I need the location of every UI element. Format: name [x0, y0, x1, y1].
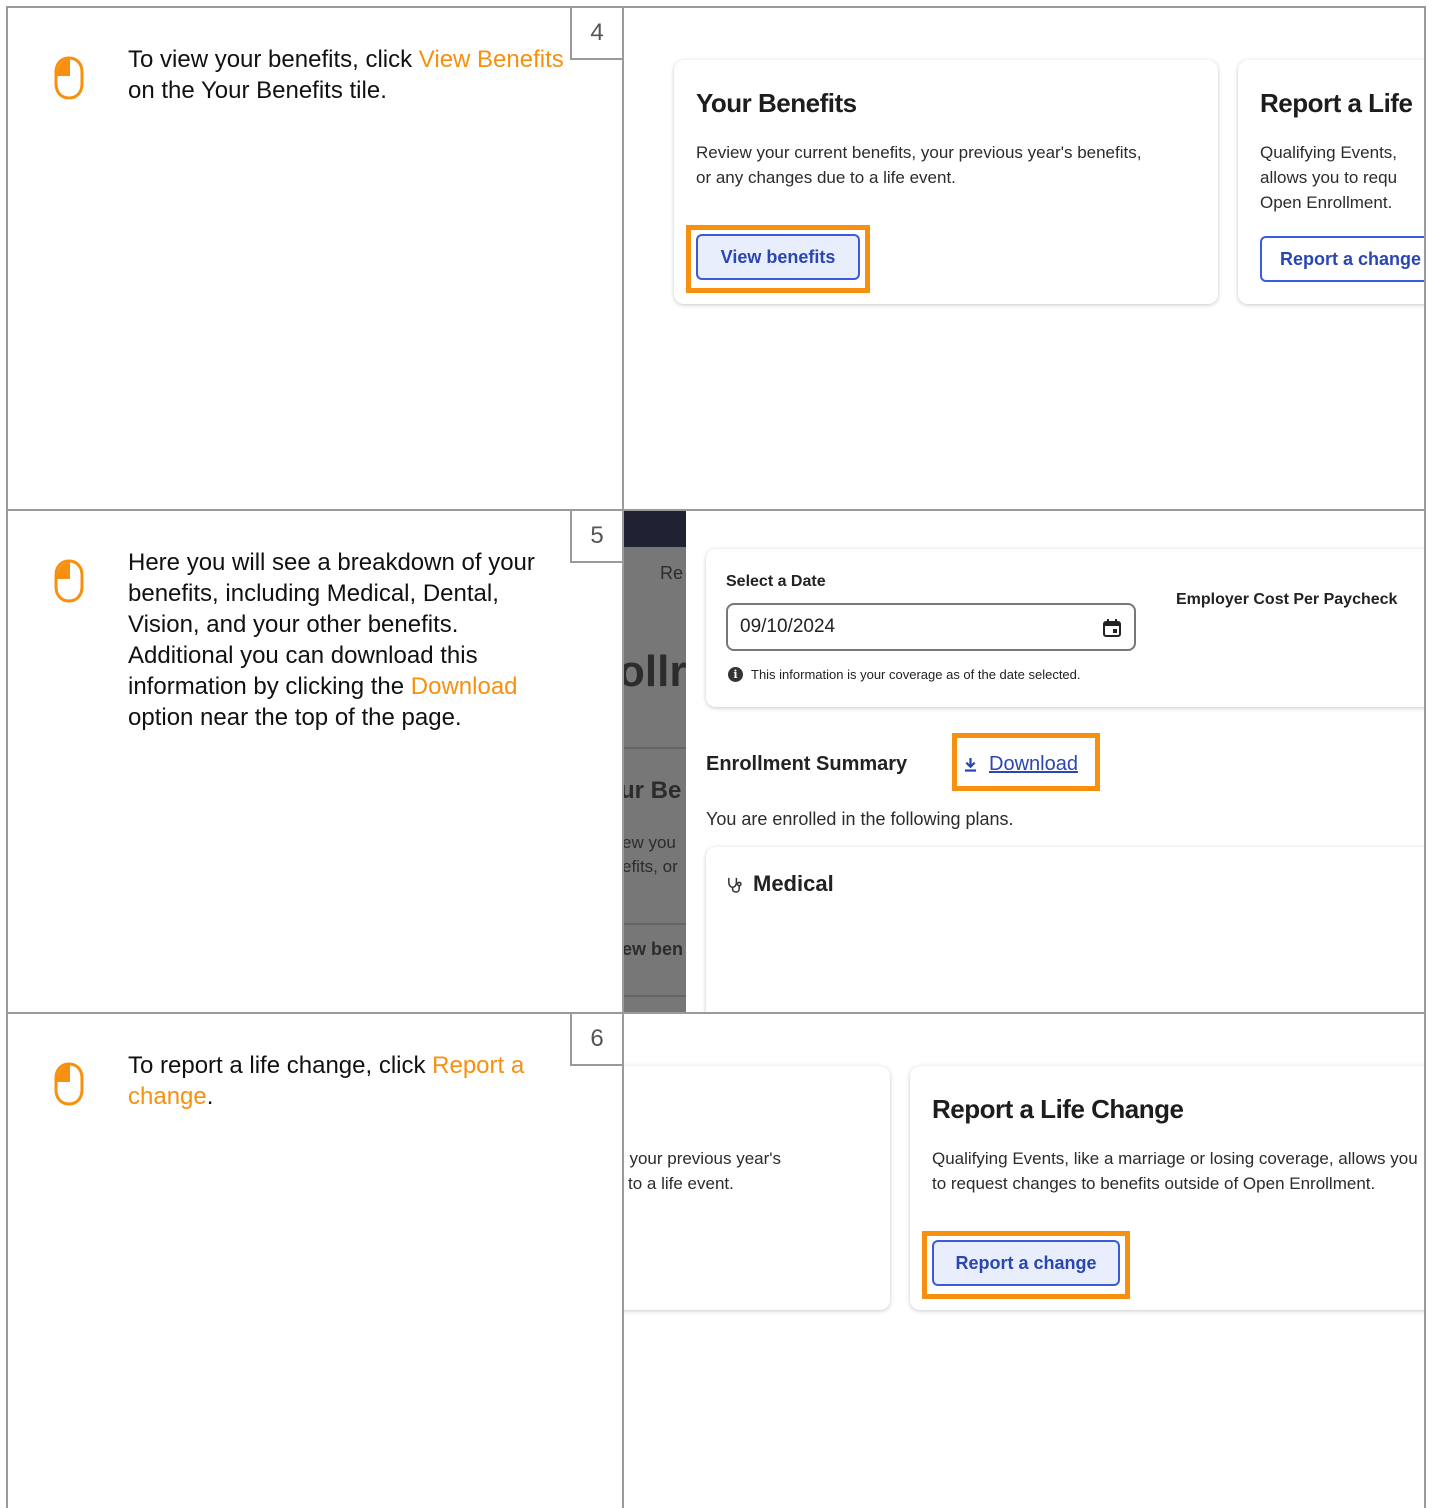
bg-fragment-ew-you: ew you: [624, 833, 676, 852]
highlight-box: [922, 1231, 1130, 1299]
enrolled-plans-text: You are enrolled in the following plans.: [706, 809, 1014, 829]
highlight-box: [952, 733, 1100, 791]
step-5-instructions-panel: Here you will see a breakdown of your be…: [8, 511, 624, 1012]
report-life-title: Report a Life: [1260, 88, 1413, 118]
medical-plan-title: Medical: [726, 871, 834, 897]
step-number: 4: [570, 8, 624, 60]
step-6-instruction-text: To report a life change, click Report a …: [128, 1052, 525, 1110]
bg-divider: [624, 995, 686, 997]
report-life-change-card: Report a Life Change Qualifying Events, …: [910, 1066, 1424, 1310]
bg-fragment-ew-ben: ew ben: [624, 939, 684, 959]
medical-plan-card: Medical: [706, 847, 1424, 1012]
select-date-card: Select a Date 09/10/2024 i This informat…: [706, 549, 1424, 707]
step-6-instructions-panel: To report a life change, click Report a …: [8, 1014, 624, 1508]
dimmed-background-page: Re ollr ur Be ew you efits, or ew ben: [624, 511, 686, 1012]
stethoscope-icon: [728, 877, 742, 893]
step-4-screenshot: Your Benefits Review your current benefi…: [624, 8, 1424, 509]
step-4-instructions-panel: To view your benefits, click View Benefi…: [8, 8, 624, 509]
your-benefits-card: Your Benefits Review your current benefi…: [674, 60, 1218, 304]
calendar-icon[interactable]: [1102, 618, 1122, 638]
partial-text-line-1: , your previous year's: [624, 1149, 782, 1168]
report-life-change-title: Report a Life Change: [932, 1094, 1184, 1124]
report-a-change-button[interactable]: Report a change: [1260, 236, 1424, 282]
select-date-label: Select a Date: [726, 573, 826, 590]
step-5-instruction-text: Here you will see a breakdown of your be…: [128, 549, 535, 731]
bg-fragment-efits-or: efits, or: [624, 857, 678, 876]
coverage-note: i This information is your coverage as o…: [728, 667, 1081, 682]
bg-divider: [624, 747, 686, 749]
employer-cost-label: Employer Cost Per Paycheck: [1176, 591, 1398, 608]
your-benefits-title: Your Benefits: [696, 88, 857, 118]
step-5-screenshot: Re ollr ur Be ew you efits, or ew ben Se…: [624, 511, 1424, 1012]
view-benefits-highlight: View Benefits: [418, 46, 564, 73]
mouse-click-icon: [54, 559, 84, 603]
bg-fragment-re: Re: [660, 563, 684, 583]
step-4: To view your benefits, click View Benefi…: [6, 6, 1426, 509]
step-5: Here you will see a breakdown of your be…: [6, 509, 1426, 1012]
bg-fragment-ur-be: ur Be: [624, 777, 682, 804]
report-life-line-3: Open Enrollment.: [1260, 193, 1393, 212]
download-highlight: Download: [410, 673, 518, 700]
step-number: 6: [570, 1014, 624, 1066]
report-life-change-card: Report a Life Qualifying Events, allows …: [1238, 60, 1424, 304]
your-benefits-description: Review your current benefits, your previ…: [696, 143, 1142, 187]
mouse-click-icon: [54, 56, 84, 100]
step-4-instruction-text: To view your benefits, click View Benefi…: [128, 46, 564, 104]
background-top-bar: [624, 511, 686, 547]
bg-fragment-ollr: ollr: [624, 647, 686, 696]
report-life-line-2: allows you to requ: [1260, 168, 1398, 187]
partial-text-line-2: to a life event.: [628, 1174, 734, 1193]
report-life-line-1: Qualifying Events,: [1260, 143, 1398, 162]
step-number: 5: [570, 511, 624, 563]
bg-divider: [624, 923, 686, 925]
highlight-box: [686, 225, 870, 293]
date-input[interactable]: 09/10/2024: [726, 603, 1136, 651]
your-benefits-card-partial: , your previous year's to a life event.: [624, 1066, 890, 1310]
date-value: 09/10/2024: [740, 616, 836, 637]
info-icon: i: [728, 667, 743, 682]
step-6: To report a life change, click Report a …: [6, 1012, 1426, 1508]
step-6-screenshot: , your previous year's to a life event. …: [624, 1014, 1424, 1508]
report-life-change-description: Qualifying Events, like a marriage or lo…: [932, 1149, 1418, 1193]
enrollment-summary-title: Enrollment Summary: [706, 753, 908, 775]
mouse-click-icon: [54, 1062, 84, 1106]
